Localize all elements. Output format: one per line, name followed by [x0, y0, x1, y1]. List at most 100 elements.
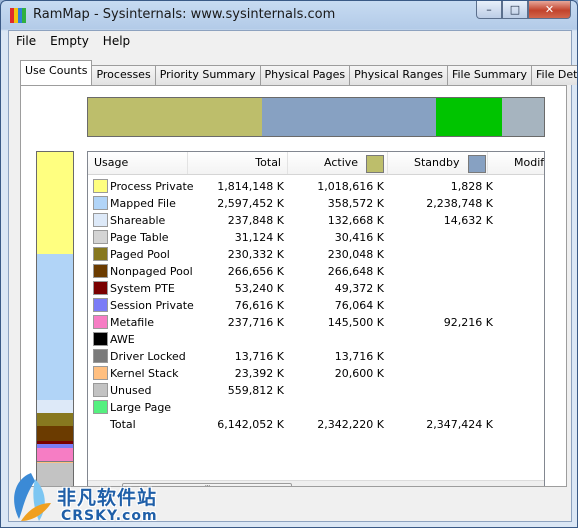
table-row[interactable]: AWE	[88, 331, 544, 348]
use-counts-table[interactable]: Usage Total Active Standby Modifie Proce…	[87, 151, 545, 486]
usage-label: System PTE	[110, 282, 175, 295]
table-row[interactable]: Large Page	[88, 399, 544, 416]
minimize-button[interactable]: –	[476, 1, 502, 19]
usage-label: Kernel Stack	[110, 367, 179, 380]
total-cell: 559,812 K	[227, 384, 284, 397]
usage-color-swatch	[93, 247, 108, 261]
use-counts-panel: Usage Total Active Standby Modifie Proce…	[20, 85, 567, 487]
usage-label: Unused	[110, 384, 152, 397]
table-row[interactable]: Shareable 237,848 K 132,668 K 14,632 K 9	[88, 212, 544, 229]
table-row[interactable]: Nonpaged Pool 266,656 K 266,648 K	[88, 263, 544, 280]
tab-use-counts[interactable]: Use Counts	[20, 60, 93, 85]
active-color-swatch	[366, 155, 384, 173]
window-title: RamMap - Sysinternals: www.sysinternals.…	[33, 7, 336, 22]
usage-label: Metafile	[110, 316, 155, 329]
total-cell: 13,716 K	[234, 350, 284, 363]
usage-type-segment	[37, 253, 73, 400]
table-header: Usage Total Active Standby Modifie	[88, 152, 544, 175]
standby-cell: 2,347,424 K	[426, 418, 493, 431]
usage-label: Process Private	[110, 180, 194, 193]
table-row[interactable]: Process Private 1,814,148 K 1,018,616 K 1,8…	[88, 178, 544, 195]
crsky-logo-icon	[14, 473, 51, 521]
standby-cell: 1,828 K	[450, 180, 493, 193]
tab-strip: Use Counts Processes Priority Summary Ph…	[20, 60, 577, 85]
usage-type-segment	[37, 399, 73, 414]
active-cell: 49,372 K	[334, 282, 384, 295]
total-cell: 230,332 K	[227, 248, 284, 261]
table-row[interactable]: Total 6,142,052 K 2,342,220 K 2,347,424 K 89	[88, 416, 544, 433]
total-cell: 31,124 K	[234, 231, 284, 244]
total-cell: 237,848 K	[227, 214, 284, 227]
active-cell: 145,500 K	[327, 316, 384, 329]
table-row[interactable]: Paged Pool 230,332 K 230,048 K	[88, 246, 544, 263]
tab-priority-summary[interactable]: Priority Summary	[154, 65, 261, 85]
title-bar[interactable]: RamMap - Sysinternals: www.sysinternals.…	[1, 1, 577, 30]
table-row[interactable]: Metafile 237,716 K 145,500 K 92,216 K	[88, 314, 544, 331]
active-cell: 76,064 K	[334, 299, 384, 312]
tab-file-details[interactable]: File Details	[531, 65, 577, 85]
rammap-window: RamMap - Sysinternals: www.sysinternals.…	[0, 0, 578, 528]
tab-physical-pages[interactable]: Physical Pages	[259, 65, 351, 85]
total-cell: 237,716 K	[227, 316, 284, 329]
usage-label: Total	[110, 418, 136, 431]
scroll-right-arrow-icon[interactable]: ▶	[527, 481, 544, 486]
active-cell: 30,416 K	[334, 231, 384, 244]
usage-type-bar	[36, 151, 74, 486]
menu-bar: File Empty Help	[9, 31, 137, 51]
column-header-modified[interactable]: Modifie	[488, 152, 544, 174]
active-cell: 132,668 K	[327, 214, 384, 227]
usage-label: AWE	[110, 333, 135, 346]
table-body: Process Private 1,814,148 K 1,018,616 K 1,8…	[88, 178, 544, 433]
table-row[interactable]: System PTE 53,240 K 49,372 K	[88, 280, 544, 297]
tab-physical-ranges[interactable]: Physical Ranges	[349, 65, 448, 85]
usage-label: Shareable	[110, 214, 166, 227]
usage-color-swatch	[93, 230, 108, 244]
usage-label: Nonpaged Pool	[110, 265, 193, 278]
usage-label: Mapped File	[110, 197, 176, 210]
usage-color-swatch	[93, 213, 108, 227]
table-row[interactable]: Session Private 76,616 K 76,064 K	[88, 297, 544, 314]
modified-cell: 79	[543, 180, 544, 193]
active-cell: 1,018,616 K	[317, 180, 384, 193]
usage-color-swatch	[93, 383, 108, 397]
column-header-standby-label: Standby	[414, 156, 460, 169]
active-cell: 358,572 K	[327, 197, 384, 210]
usage-label: Large Page	[110, 401, 172, 414]
table-row[interactable]: Unused 559,812 K	[88, 382, 544, 399]
usage-label: Paged Pool	[110, 248, 170, 261]
maximize-button[interactable]: □	[502, 1, 528, 19]
menu-help[interactable]: Help	[96, 31, 137, 51]
usage-label: Driver Locked	[110, 350, 186, 363]
table-row[interactable]: Driver Locked 13,716 K 13,716 K	[88, 348, 544, 365]
column-header-standby[interactable]: Standby	[388, 152, 488, 174]
table-row[interactable]: Mapped File 2,597,452 K 358,572 K 2,238,748…	[88, 195, 544, 212]
usage-color-swatch	[93, 298, 108, 312]
total-cell: 53,240 K	[234, 282, 284, 295]
active-cell: 230,048 K	[327, 248, 384, 261]
active-cell: 20,600 K	[334, 367, 384, 380]
tab-processes[interactable]: Processes	[91, 65, 156, 85]
memory-state-segment	[502, 98, 544, 136]
column-header-usage[interactable]: Usage	[88, 152, 188, 174]
usage-label: Page Table	[110, 231, 169, 244]
memory-state-bar	[87, 97, 545, 137]
table-row[interactable]: Page Table 31,124 K 30,416 K	[88, 229, 544, 246]
client-area: File Empty Help Use Counts Processes Pri…	[8, 30, 577, 522]
memory-state-segment	[436, 98, 503, 136]
usage-color-swatch	[93, 332, 108, 346]
menu-empty[interactable]: Empty	[43, 31, 96, 51]
total-cell: 2,597,452 K	[217, 197, 284, 210]
column-header-active[interactable]: Active	[288, 152, 388, 174]
total-cell: 76,616 K	[234, 299, 284, 312]
tab-file-summary[interactable]: File Summary	[446, 65, 533, 85]
memory-state-segment	[261, 98, 437, 136]
table-row[interactable]: Kernel Stack 23,392 K 20,600 K	[88, 365, 544, 382]
close-button[interactable]: ✕	[528, 1, 571, 19]
menu-file[interactable]: File	[9, 31, 43, 51]
usage-type-segment	[37, 425, 73, 441]
column-header-total[interactable]: Total	[188, 152, 288, 174]
usage-color-swatch	[93, 196, 108, 210]
standby-cell: 2,238,748 K	[426, 197, 493, 210]
standby-cell: 14,632 K	[443, 214, 493, 227]
usage-color-swatch	[93, 281, 108, 295]
